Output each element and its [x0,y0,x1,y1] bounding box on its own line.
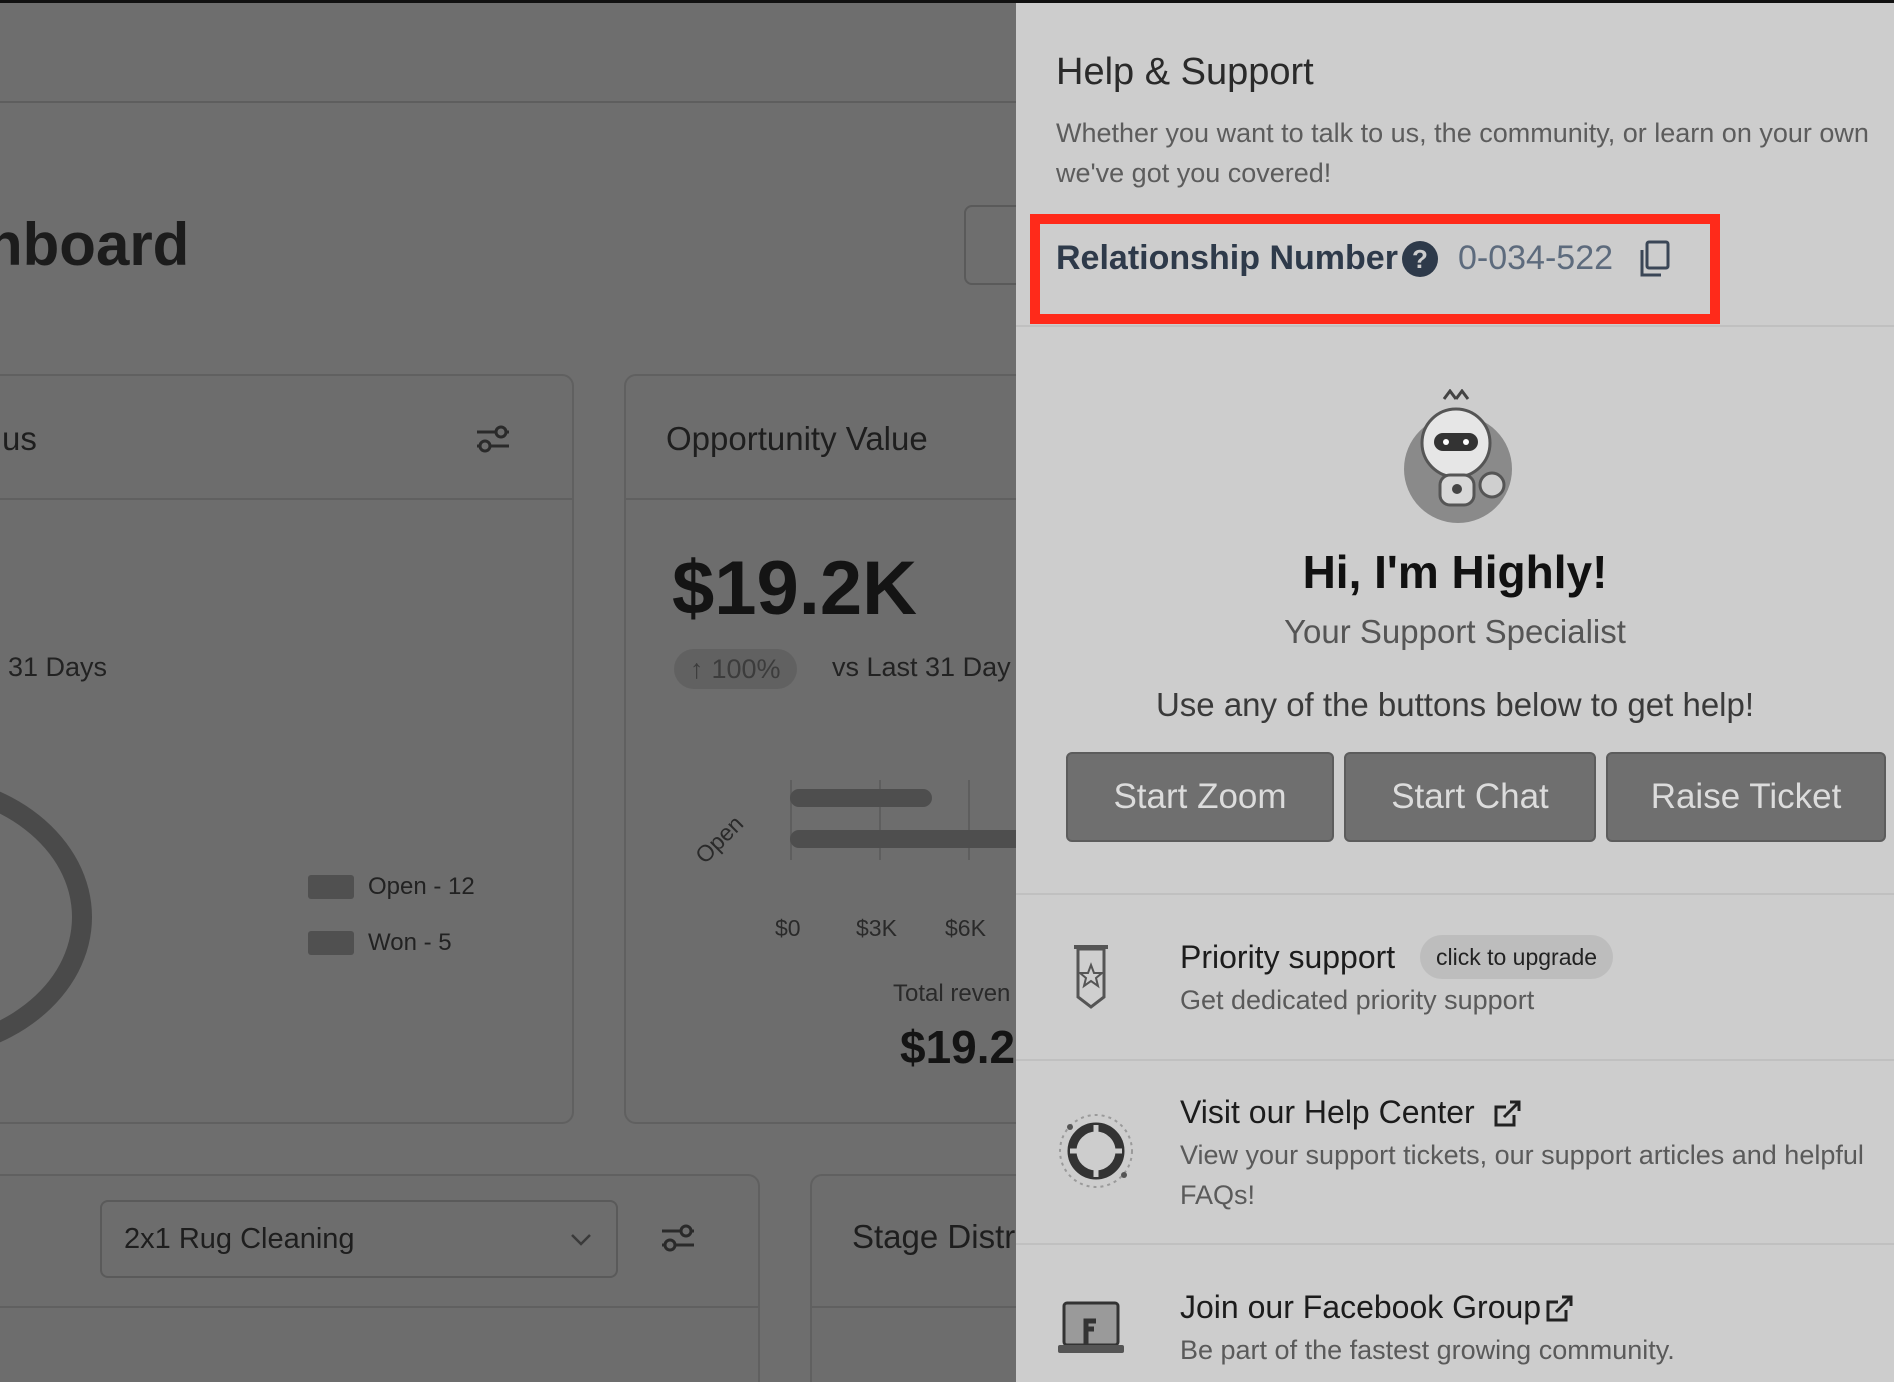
comparison-label: vs Last 31 Day [832,652,1011,682]
robot-avatar-icon [1404,389,1512,523]
bar-open-1 [790,789,932,807]
x-tick: $3K [856,915,897,941]
start-zoom-button[interactable]: Start Zoom [1066,752,1334,842]
copy-icon[interactable] [1636,239,1672,279]
arrow-up-icon: ↑ [690,653,704,684]
help-center-description: View your support tickets, our support a… [1180,1140,1864,1210]
legend-item-won: Won - 5 [308,929,452,957]
opportunity-card-header: Opportunity Value [626,376,1016,500]
chart-gridline [968,780,970,860]
stage-distribution-card: Stage Distr [810,1174,1016,1382]
chevron-down-icon [571,1234,591,1246]
bar-open-2 [790,830,1016,848]
facebook-group-description: Be part of the fastest growing community… [1180,1335,1675,1365]
priority-support-title: Priority support [1180,939,1396,975]
status-card: us [0,374,574,1124]
relationship-number-label: Relationship Number [1056,239,1398,277]
filter-icon[interactable] [475,424,511,454]
status-card-header: us [0,376,572,500]
dashboard-title: hboard [0,211,190,278]
external-link-icon[interactable] [1492,1099,1522,1129]
divider [1016,893,1894,895]
relationship-number-value: 0-034-522 [1458,239,1614,277]
opportunity-card-title: Opportunity Value [666,420,928,457]
total-revenue-value: $19.2 [900,1021,1016,1073]
priority-support-description: Get dedicated priority support [1180,985,1535,1015]
divider [1016,1243,1894,1245]
legend-label: Open - 12 [368,873,475,900]
facebook-group-link[interactable]: Join our Facebook Group [1180,1289,1541,1326]
pipeline-select[interactable]: 2x1 Rug Cleaning [100,1200,618,1278]
stage-card-title: Stage Distr [852,1218,1016,1255]
assistant-greeting: Hi, I'm Highly! [1302,546,1608,598]
help-support-panel: Help & Support Whether you want to talk … [1016,3,1894,1382]
status-period: 31 Days [8,652,108,682]
x-tick: $0 [775,915,801,941]
legend-item-open: Open - 12 [308,873,475,901]
legend-swatch [308,875,354,899]
assistant-role: Your Support Specialist [1284,613,1626,650]
upgrade-badge[interactable]: click to upgrade [1420,935,1614,979]
change-percent: 100% [711,653,781,684]
divider [1016,325,1894,327]
raise-ticket-button[interactable]: Raise Ticket [1606,752,1886,842]
legend-swatch [308,931,354,955]
divider [1016,1059,1894,1061]
facebook-laptop-icon [1058,1301,1124,1353]
status-card-title: us [2,420,37,457]
total-revenue-label: Total reven [893,980,1011,1007]
pipeline-select-value: 2x1 Rug Cleaning [124,1222,355,1255]
opportunity-value-card: Opportunity Value [624,374,1016,1124]
question-circle-icon[interactable]: ? [1402,241,1438,277]
legend-label: Won - 5 [368,929,452,956]
priority-badge-icon [1074,945,1108,1009]
start-chat-button[interactable]: Start Chat [1344,752,1596,842]
change-pill: ↑ 100% [674,649,797,689]
filter-icon[interactable] [660,1223,696,1253]
help-center-link[interactable]: Visit our Help Center [1180,1094,1475,1131]
external-link-icon[interactable] [1544,1294,1574,1324]
dashboard-background: hboard us 31 Days Open - 12 Won - 5 Oppo… [0,0,1016,1382]
date-range-input[interactable] [964,205,1016,285]
assistant-prompt: Use any of the buttons below to get help… [1155,686,1755,723]
lifebuoy-icon [1059,1114,1133,1188]
dashboard-header [0,3,1016,103]
stage-card-header: Stage Distr [812,1176,1016,1308]
panel-title: Help & Support [1056,51,1314,93]
x-tick: $6K [945,915,986,941]
window-top-edge [0,0,1894,3]
panel-subtitle: Whether you want to talk to us, the comm… [1056,118,1869,188]
opportunity-value: $19.2K [672,546,918,631]
